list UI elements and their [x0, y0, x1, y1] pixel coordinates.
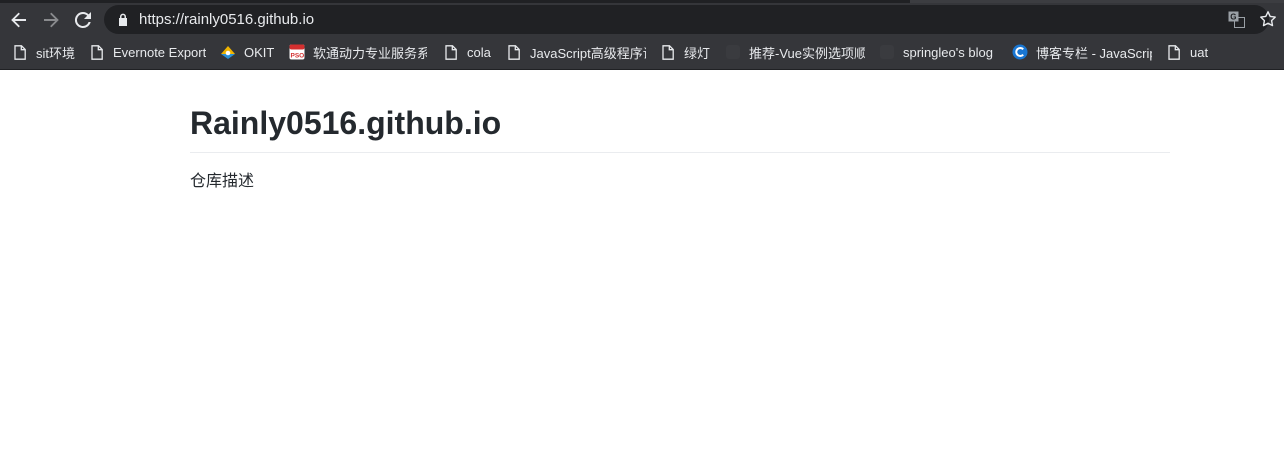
svg-text:PSO: PSO — [291, 53, 305, 60]
c-favicon-icon — [1012, 44, 1028, 60]
dark-favicon-icon — [725, 44, 741, 60]
browser-chrome: https://rainly0516.github.io G sit环境 Eve… — [0, 0, 1284, 70]
bookmark-sit[interactable]: sit环境 — [12, 42, 78, 62]
back-button[interactable] — [5, 6, 33, 34]
bookmark-label: springleo's blog — [903, 44, 993, 60]
translate-icon[interactable]: G — [1228, 11, 1245, 28]
forward-button[interactable] — [37, 6, 65, 34]
bookmark-javascript-book[interactable]: JavaScript高级程序设计 — [506, 42, 646, 62]
bookmark-label: 绿灯 — [684, 45, 711, 61]
bookmark-lvdeng[interactable]: 绿灯 — [660, 42, 716, 62]
reload-button[interactable] — [69, 6, 97, 34]
okit-favicon-icon — [220, 44, 236, 60]
bookmark-label: JavaScript高级程序设计 — [530, 45, 646, 61]
url-text[interactable]: https://rainly0516.github.io — [139, 10, 314, 29]
bookmark-label: 软通动力专业服务系统 — [313, 45, 427, 61]
bookmark-springleo-blog[interactable]: springleo's blog — [879, 42, 1001, 62]
repo-description: 仓库描述 — [190, 173, 255, 190]
arrow-right-icon — [44, 12, 59, 28]
pso-favicon-icon: PSO — [289, 44, 305, 60]
bookmark-uat[interactable]: uat — [1166, 42, 1216, 62]
bookmark-label: 博客专栏 - JavaScript — [1036, 45, 1152, 61]
page-content: Rainly0516.github.io 仓库描述 — [0, 70, 1284, 451]
page-icon — [506, 44, 522, 60]
bookmark-blog-javascript[interactable]: 博客专栏 - JavaScript — [1012, 42, 1152, 62]
bookmark-label: Evernote Export — [113, 44, 207, 60]
browser-toolbar: https://rainly0516.github.io G — [0, 3, 1284, 36]
star-icon[interactable] — [1259, 10, 1277, 28]
arrow-left-icon — [11, 12, 26, 28]
bookmark-label: cola — [467, 44, 491, 60]
address-bar[interactable]: https://rainly0516.github.io G — [104, 5, 1276, 34]
title-divider — [190, 152, 1170, 153]
page-icon — [660, 44, 676, 60]
page-icon — [1166, 44, 1182, 60]
page-icon — [12, 44, 28, 60]
page-icon — [89, 44, 105, 60]
bookmark-label: sit环境 — [36, 45, 76, 61]
bookmark-evernote-export[interactable]: Evernote Export — [89, 42, 209, 62]
bookmark-label: 推荐-Vue实例选项顺序 — [749, 45, 865, 61]
bookmark-okit[interactable]: OKIT — [220, 42, 278, 62]
bookmarks-bar: sit环境 Evernote Export OKIT PSO 软通动力专业服务系… — [0, 36, 1284, 69]
dark-favicon-icon — [879, 44, 895, 60]
bookmark-label: uat — [1190, 44, 1209, 60]
bookmark-cola[interactable]: cola — [443, 42, 495, 62]
lock-icon[interactable] — [117, 13, 129, 26]
page-title: Rainly0516.github.io — [190, 105, 502, 141]
bookmark-isoftstone-pso[interactable]: PSO 软通动力专业服务系统 — [289, 42, 427, 62]
reload-icon — [74, 11, 91, 28]
bookmark-vue-options[interactable]: 推荐-Vue实例选项顺序 — [725, 42, 865, 62]
bookmark-label: OKIT — [244, 44, 275, 60]
svg-text:G: G — [1230, 13, 1236, 22]
page-icon — [443, 44, 459, 60]
